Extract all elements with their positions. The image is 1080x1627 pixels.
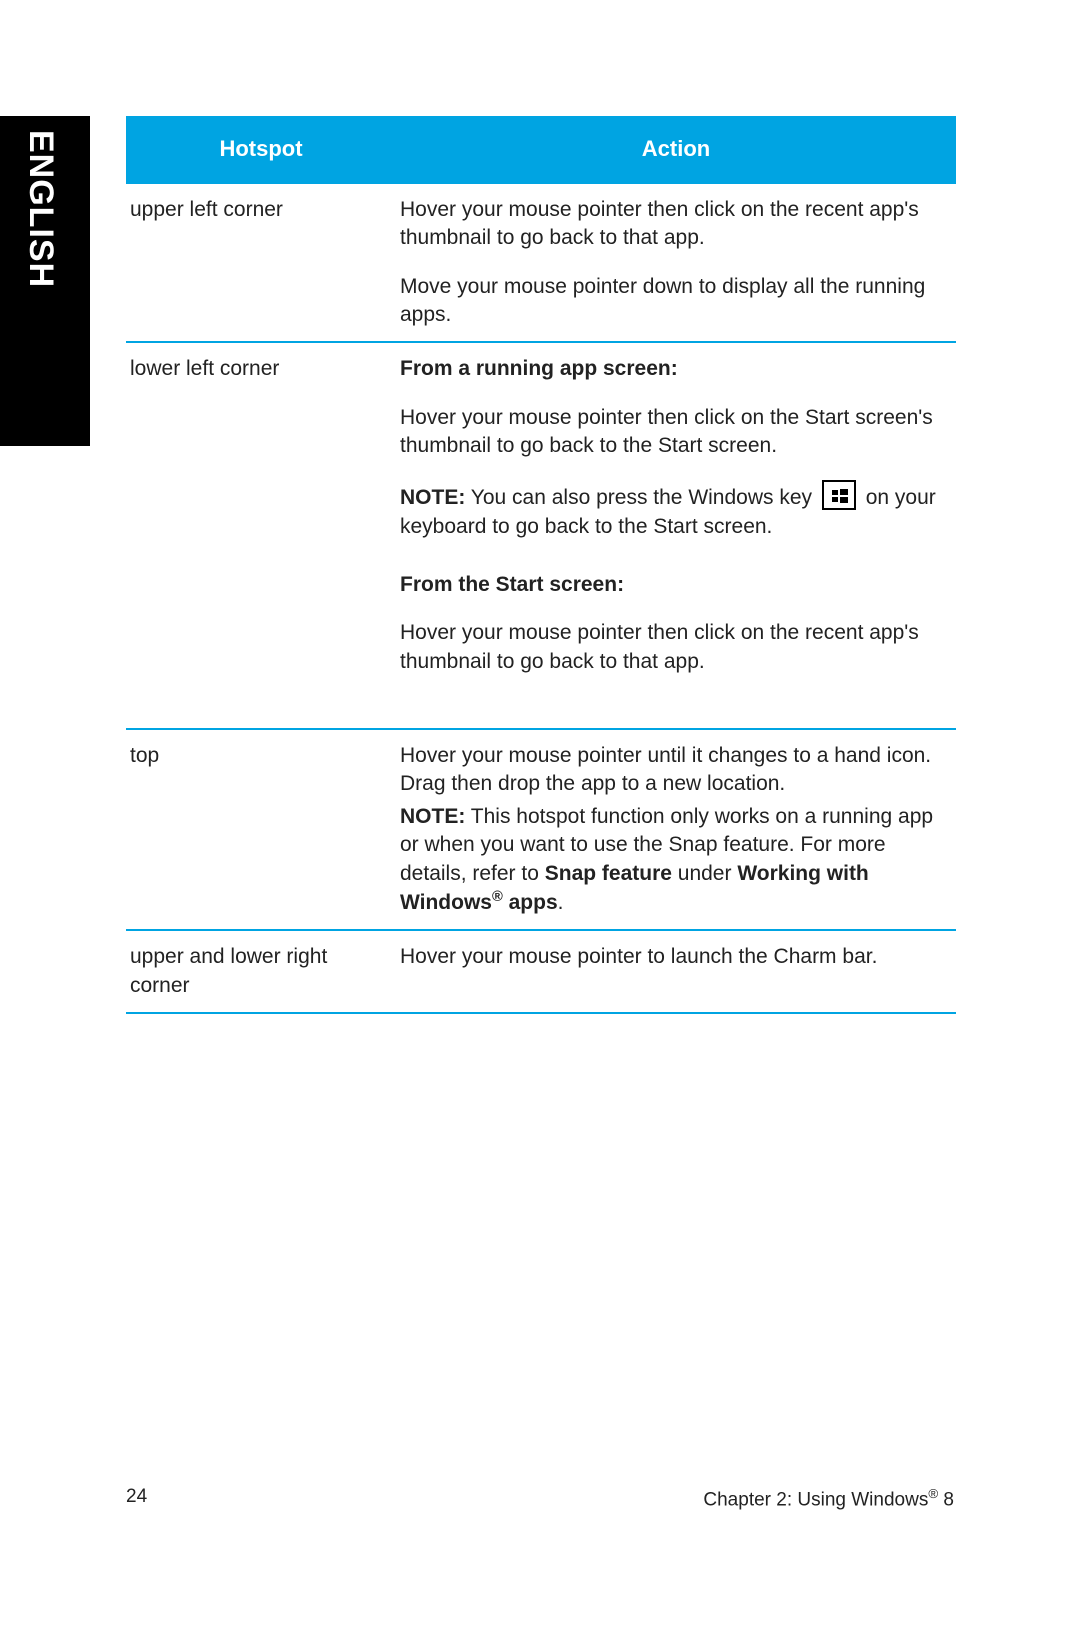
table-row: lower left corner From a running app scr… [126,342,956,729]
language-label: ENGLISH [21,130,60,288]
table-row: top Hover your mouse pointer until it ch… [126,729,956,930]
cell-action: Hover your mouse pointer to launch the C… [396,930,956,1013]
table-end [126,1013,956,1014]
action-text: Hover your mouse pointer until it change… [400,742,946,799]
cell-hotspot: lower left corner [126,342,396,729]
action-text: Hover your mouse pointer then click on t… [400,404,946,461]
windows-key-icon [822,480,856,510]
page: ENGLISH Hotspot Action upper left corner… [0,0,1080,1627]
cell-hotspot: upper and lower right corner [126,930,396,1013]
cell-hotspot: top [126,729,396,930]
chapter-label: Chapter 2: Using Windows® 8 [703,1486,954,1511]
cell-action: Hover your mouse pointer then click on t… [396,184,956,342]
page-number: 24 [126,1486,147,1511]
action-text: Move your mouse pointer down to display … [400,273,946,330]
action-heading: From the Start screen: [400,571,946,599]
cell-hotspot: upper left corner [126,184,396,342]
action-heading: From a running app screen: [400,355,946,383]
hotspot-table: Hotspot Action upper left corner Hover y… [126,116,956,1014]
language-tab: ENGLISH [0,116,90,446]
header-hotspot: Hotspot [126,116,396,184]
cell-action: From a running app screen: Hover your mo… [396,342,956,729]
action-text: Hover your mouse pointer then click on t… [400,196,946,253]
action-note: NOTE: You can also press the Windows key… [400,480,946,541]
cell-action: Hover your mouse pointer until it change… [396,729,956,930]
content-area: Hotspot Action upper left corner Hover y… [126,116,956,1014]
page-footer: 24 Chapter 2: Using Windows® 8 [126,1486,954,1511]
table-header-row: Hotspot Action [126,116,956,184]
action-note: NOTE: This hotspot function only works o… [400,803,946,917]
table-row: upper and lower right corner Hover your … [126,930,956,1013]
action-text: Hover your mouse pointer then click on t… [400,619,946,676]
table-row: upper left corner Hover your mouse point… [126,184,956,342]
header-action: Action [396,116,956,184]
